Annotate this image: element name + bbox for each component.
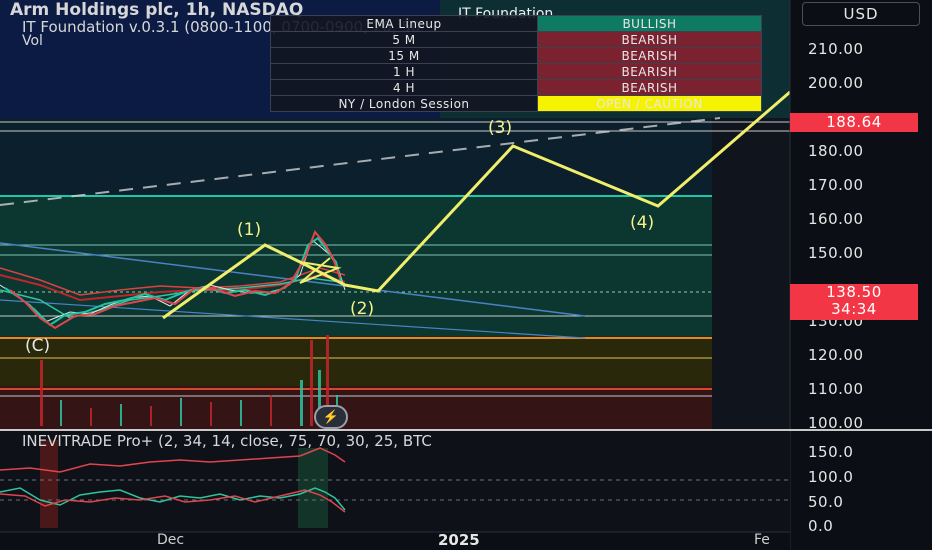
row-1h-label: 1 H	[270, 63, 538, 80]
price-tick: 100.00	[808, 414, 864, 432]
lightning-icon[interactable]: ⚡	[314, 405, 348, 429]
time-label-feb: Fe	[754, 532, 770, 548]
row-15m-value: BEARISH	[537, 47, 762, 64]
last-price-value: 138.50	[826, 283, 882, 301]
osc-tick: 150.0	[808, 443, 854, 461]
price-tick: 120.00	[808, 346, 864, 364]
oscillator-title[interactable]: INEVITRADE Pro+ (2, 34, 14, close, 75, 7…	[22, 432, 432, 450]
wave-label-4: (4)	[630, 213, 655, 233]
session-label: NY / London Session	[270, 95, 538, 112]
session-value: OPEN / CAUTION	[537, 95, 762, 112]
osc-tick: 100.0	[808, 468, 854, 486]
price-tick: 110.00	[808, 380, 864, 398]
row-5m-value: BEARISH	[537, 31, 762, 48]
chart-title: Arm Holdings plc, 1h, NASDAQ	[10, 0, 304, 20]
target-price-tag: 188.64	[790, 113, 918, 132]
time-label-dec: Dec	[157, 532, 185, 548]
row-4h-label: 4 H	[270, 79, 538, 96]
price-tick: 170.00	[808, 176, 864, 194]
wave-label-2: (2)	[350, 299, 375, 319]
wave-label-c: (C)	[25, 336, 51, 356]
status-panel: EMA Lineup BULLISH 5 M BEARISH 15 M BEAR…	[270, 3, 762, 112]
price-tick: 160.00	[808, 210, 864, 228]
wave-label-3: (3)	[488, 118, 513, 138]
price-tick: 180.00	[808, 142, 864, 160]
price-tick: 200.00	[808, 74, 864, 92]
last-price-tag: 138.50 34:34	[790, 284, 918, 320]
row-15m-label: 15 M	[270, 47, 538, 64]
currency-label: USD	[843, 5, 879, 23]
price-tick: 210.00	[808, 40, 864, 58]
price-tick: 150.00	[808, 244, 864, 262]
bar-countdown: 34:34	[831, 300, 877, 318]
volume-label[interactable]: Vol	[22, 33, 43, 49]
osc-tick: 0.0	[808, 517, 834, 535]
row-5m-label: 5 M	[270, 31, 538, 48]
wave-label-1: (1)	[237, 220, 262, 240]
time-label-2025: 2025	[438, 531, 480, 549]
osc-tick: 50.0	[808, 493, 844, 511]
row-1h-value: BEARISH	[537, 63, 762, 80]
ema-lineup-label: EMA Lineup	[270, 15, 538, 32]
ema-lineup-value: BULLISH	[537, 15, 762, 32]
currency-button[interactable]: USD	[802, 2, 920, 26]
row-4h-value: BEARISH	[537, 79, 762, 96]
